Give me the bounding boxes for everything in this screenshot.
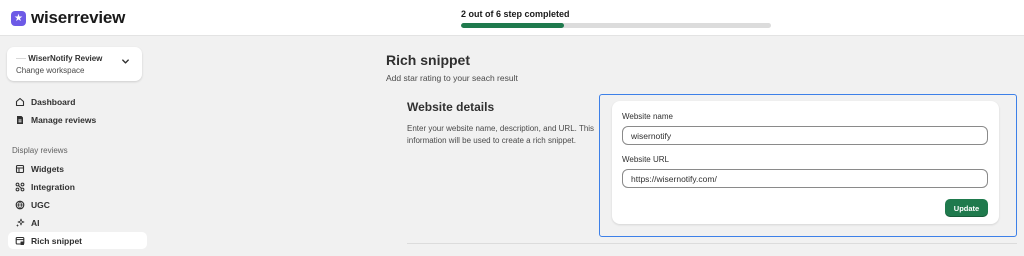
section-description: Enter your website name, description, an… bbox=[407, 124, 595, 145]
sidebar-item-integration[interactable]: Integration bbox=[8, 178, 147, 195]
widgets-icon bbox=[12, 164, 28, 174]
main-content: Rich snippet Add star rating to your sea… bbox=[156, 37, 1024, 256]
sidebar: ----- WiserNotify Review Change workspac… bbox=[0, 37, 156, 256]
sidebar-item-ugc[interactable]: UGC bbox=[8, 196, 147, 213]
sparkle-icon bbox=[12, 218, 28, 228]
progress-track bbox=[461, 23, 771, 28]
sidebar-item-label: UGC bbox=[31, 199, 50, 210]
page-subtitle: Add star rating to your seach result bbox=[386, 73, 518, 83]
website-name-label: Website name bbox=[622, 112, 673, 121]
brand-logo[interactable]: ★ wiserreview bbox=[11, 8, 125, 28]
page-title: Rich snippet bbox=[386, 52, 471, 68]
home-icon bbox=[12, 97, 28, 107]
divider bbox=[407, 243, 1017, 244]
sidebar-item-ai[interactable]: AI bbox=[8, 214, 147, 231]
website-url-input[interactable] bbox=[622, 169, 988, 188]
ugc-icon bbox=[12, 200, 28, 210]
progress-label: 2 out of 6 step completed bbox=[461, 9, 570, 19]
brand-name: wiserreview bbox=[31, 8, 126, 27]
sidebar-item-label: Dashboard bbox=[31, 96, 76, 107]
integration-icon bbox=[12, 182, 28, 192]
change-workspace-label: Change workspace bbox=[16, 66, 85, 75]
sidebar-item-dashboard[interactable]: Dashboard bbox=[8, 93, 147, 110]
website-name-input[interactable] bbox=[622, 126, 988, 145]
sidebar-item-rich-snippet[interactable]: Rich snippet bbox=[8, 232, 147, 249]
sidebar-item-label: AI bbox=[31, 217, 40, 228]
chevron-down-icon bbox=[121, 57, 130, 70]
workspace-name: ----- WiserNotify Review bbox=[16, 54, 103, 63]
sidebar-item-manage-reviews[interactable]: Manage reviews bbox=[8, 111, 147, 128]
sidebar-item-label: Rich snippet bbox=[31, 235, 83, 246]
star-logo-icon: ★ bbox=[11, 10, 26, 26]
sidebar-item-label: Widgets bbox=[31, 163, 64, 174]
sidebar-item-label: Manage reviews bbox=[31, 114, 97, 125]
onboarding-progress: 2 out of 6 step completed bbox=[461, 9, 771, 28]
document-icon bbox=[12, 115, 28, 125]
website-url-label: Website URL bbox=[622, 155, 669, 164]
section-title: Website details bbox=[407, 100, 495, 114]
section-label-display-reviews: Display reviews bbox=[12, 146, 68, 155]
sidebar-item-label: Integration bbox=[31, 181, 75, 192]
top-bar: ★ wiserreview 2 out of 6 step completed bbox=[0, 0, 1024, 36]
progress-fill bbox=[461, 23, 565, 28]
sidebar-item-widgets[interactable]: Widgets bbox=[8, 160, 147, 177]
snippet-icon bbox=[12, 236, 28, 246]
website-details-card: Website name Website URL Update bbox=[612, 101, 999, 224]
update-button[interactable]: Update bbox=[945, 199, 988, 217]
workspace-switcher[interactable]: ----- WiserNotify Review Change workspac… bbox=[7, 47, 142, 81]
